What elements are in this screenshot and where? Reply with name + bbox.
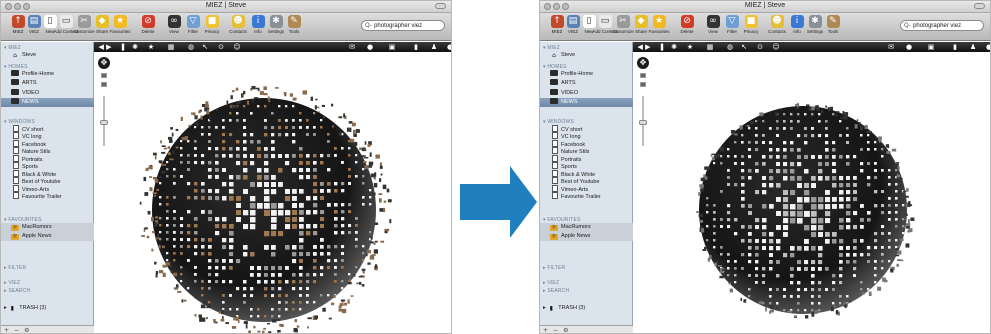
laptop-icon [550,79,558,85]
sidebar-item-label: VIDEO [561,89,579,96]
document-icon [552,147,558,154]
sidebar-heading-search[interactable]: ▸ SEARCH [540,287,633,296]
sidebar-item-label: ARTS [561,80,576,86]
sidebar-footer: + − ⚙ [540,325,633,333]
toolbar-button-label: Favourites [648,29,670,34]
document-icon [552,139,558,147]
photo-sphere[interactable] [633,42,991,334]
sidebar-item-label: MacRumors [561,223,591,230]
sidebar-item-label: TRASH (3) [558,304,586,311]
lock-icon: ■ [744,15,758,28]
remove-button[interactable]: − [553,327,558,333]
privacy-button[interactable]: ■ Privacy [738,15,764,39]
sidebar-item-label: Apple News [561,233,591,239]
sidebar-item-favourite-trailer[interactable]: Favourite Trailer [540,192,633,201]
sidebar: ▾ MIEZ ⌂ Steve ▾ HOMES Profile-Home ARTS VIDEO… [540,42,633,333]
toolbar-toggle-button[interactable] [974,3,985,9]
document-icon [552,169,558,177]
sidebar-item-apple-news[interactable]: ☼ Apple News [540,232,633,241]
sidebar-item-arts[interactable]: ARTS [540,79,633,88]
laptop-icon [550,98,558,104]
sidebar-heading-label: FILTER [547,264,566,271]
sidebar-heading-label: VIEZ [547,279,560,286]
document-icon [552,132,558,139]
search-icon: Q- [904,22,912,29]
delete-icon: ⊘ [680,15,694,28]
document-icon [552,124,558,132]
sidebar-heading-filter[interactable]: ▸ FILTER [540,264,633,273]
tools-icon: ✎ [826,15,840,28]
window-after: MIEZ | Steve ↑ MIEZ ▤ VIEZ ▯ New ▭ Add Content ✂… [539,0,991,334]
star-icon: ★ [652,15,666,28]
sidebar-item-steve[interactable]: ⌂ Steve [540,51,633,60]
document-icon [552,162,558,169]
trash-icon: ▮ [549,304,553,312]
delete-button[interactable]: ⊘ Delete [674,15,700,39]
sidebar-heading-trash-3-[interactable]: ▸ ▮ TRASH (3) [540,304,633,313]
content-area: ◀ ▶❚✺★▦◍↖⊙☺✉●▣▮♟● ✥ [633,42,991,334]
sidebar-item-profile-home[interactable]: Profile-Home [540,69,633,79]
sidebar-item-video[interactable]: VIDEO [540,88,633,98]
document-icon [552,154,558,162]
laptop-icon [550,88,558,95]
document-icon [552,184,558,192]
toolbar-button-label: Delete [680,29,694,34]
document-icon [552,192,558,199]
search-input[interactable]: Q-photographer viez [900,20,984,31]
toolbar-button-label: Privacy [743,29,759,34]
rss-icon: ☼ [550,223,558,231]
sidebar-item-label: NEWS [561,99,578,105]
binoculars-icon: ∞ [706,15,720,28]
add-button[interactable]: + [543,327,548,333]
tools-button[interactable]: ✎ Tools [820,15,846,39]
gear-menu-button[interactable]: ⚙ [563,327,568,333]
window-title: MIEZ | Steve [744,2,786,9]
sidebar-item-label: Profile-Home [561,70,594,77]
sidebar-item-news[interactable]: NEWS [540,98,633,107]
toolbar-button-label: Tools [827,29,839,34]
laptop-icon [550,69,558,76]
home-icon: ⌂ [552,52,556,59]
filter-icon: ▽ [725,15,739,28]
contacts-icon: ☻ [770,15,784,28]
sidebar-heading-label: SEARCH [547,287,570,294]
window-titlebar: MIEZ | Steve [540,1,990,13]
search-value: photographer viez [913,23,962,29]
main-toolbar: ↑ MIEZ ▤ VIEZ ▯ New ▭ Add Content ✂ Customize ◆ Sha… [540,13,990,41]
favourites-button[interactable]: ★ Favourites [646,15,672,39]
rss-icon: ☼ [550,233,558,240]
document-icon [552,177,558,184]
sidebar-item-macrumors[interactable]: ☼ MacRumors [540,222,633,232]
sidebar-item-label: Steve [561,52,576,58]
sidebar-item-label: Favourite Trailer [561,194,601,200]
